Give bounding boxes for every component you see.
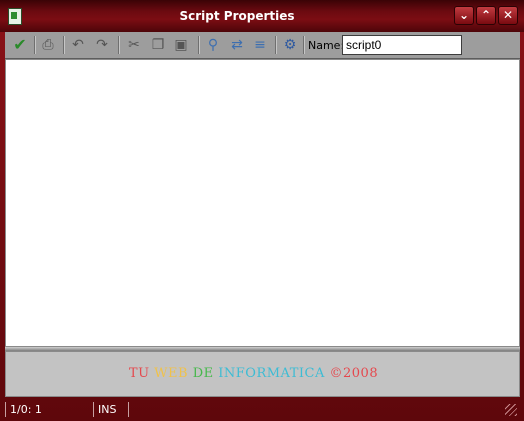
close-button[interactable]: ✕ bbox=[498, 6, 518, 25]
status-message bbox=[128, 402, 501, 417]
copy-icon[interactable]: ❐ bbox=[149, 36, 167, 54]
resize-grip[interactable] bbox=[505, 404, 517, 416]
watermark-part: ©2008 bbox=[324, 366, 379, 381]
watermark-part: INFORMATICA bbox=[218, 366, 325, 381]
checkmark-icon[interactable]: ✔ bbox=[11, 36, 29, 54]
watermark-part: DE bbox=[192, 366, 219, 381]
watermark-part: WEB bbox=[154, 366, 193, 381]
redo-icon[interactable]: ↷ bbox=[93, 36, 111, 54]
script-editor-area[interactable] bbox=[5, 59, 520, 347]
watermark-part: TU bbox=[128, 366, 155, 381]
replace-icon[interactable]: ⇄ bbox=[228, 36, 246, 54]
toolbar: ✔ ⎙ ↶ ↷ ✂ ❐ ▣ ⚲ ⇄ ≡ ⚙ Name: bbox=[5, 32, 520, 59]
goto-line-icon[interactable]: ≡ bbox=[251, 36, 269, 54]
minimize-button[interactable]: ⌄ bbox=[454, 6, 474, 25]
find-icon[interactable]: ⚲ bbox=[204, 36, 222, 54]
toolbar-separator bbox=[118, 36, 119, 54]
toolbar-separator bbox=[303, 36, 304, 54]
cut-icon[interactable]: ✂ bbox=[125, 36, 143, 54]
window-title: Script Properties bbox=[179, 9, 295, 23]
title-bar[interactable]: Script Properties ⌄ ⌃ ✕ bbox=[0, 0, 524, 32]
insert-mode: INS bbox=[93, 402, 128, 417]
paste-icon[interactable]: ▣ bbox=[172, 36, 190, 54]
printer-icon[interactable]: ⎙ bbox=[39, 36, 57, 54]
name-input[interactable] bbox=[342, 35, 462, 55]
script-properties-window: Script Properties ⌄ ⌃ ✕ ✔ ⎙ ↶ ↷ ✂ ❐ ▣ ⚲ … bbox=[0, 0, 524, 421]
watermark-text: TU WEB DE INFORMATICA ©2008 bbox=[6, 366, 501, 381]
footer-panel: TU WEB DE INFORMATICA ©2008 bbox=[5, 351, 520, 397]
toolbar-separator bbox=[34, 36, 35, 54]
toolbar-separator bbox=[198, 36, 199, 54]
maximize-button[interactable]: ⌃ bbox=[476, 6, 496, 25]
name-label: Name: bbox=[308, 39, 345, 52]
toolbar-separator bbox=[63, 36, 64, 54]
toolbar-separator bbox=[275, 36, 276, 54]
properties-icon[interactable]: ⚙ bbox=[281, 36, 299, 54]
undo-icon[interactable]: ↶ bbox=[69, 36, 87, 54]
cursor-position: 1/0: 1 bbox=[5, 402, 94, 417]
status-bar: 1/0: 1 INS bbox=[5, 401, 520, 418]
